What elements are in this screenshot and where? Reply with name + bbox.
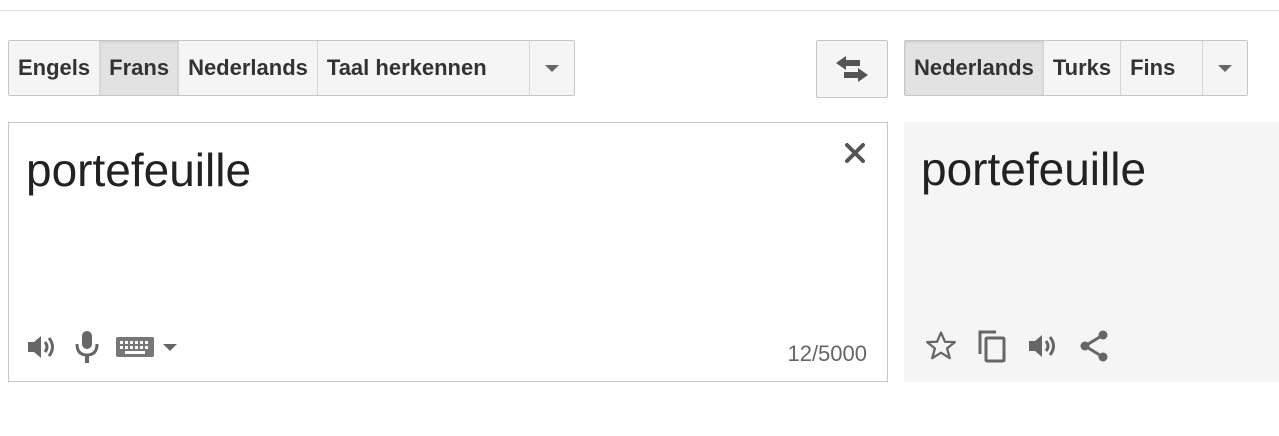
star-translation-button[interactable] [924, 329, 958, 363]
target-lang-more-button[interactable] [1203, 41, 1247, 95]
keyboard-icon [116, 337, 154, 357]
close-icon [845, 143, 865, 163]
chevron-down-icon [1218, 64, 1232, 72]
swap-arrows-icon [836, 56, 868, 82]
target-lang-fins[interactable]: Fins [1121, 41, 1203, 95]
listen-source-button[interactable] [25, 332, 59, 362]
source-lang-nederlands[interactable]: Nederlands [179, 41, 318, 95]
copy-icon [978, 330, 1006, 363]
translation-result-area: portefeuille [904, 122, 1279, 382]
microphone-icon [75, 331, 99, 363]
target-lang-nederlands[interactable]: Nederlands [905, 41, 1044, 95]
speaker-icon [28, 336, 54, 358]
voice-input-button[interactable] [73, 329, 101, 365]
target-lang-turks[interactable]: Turks [1043, 41, 1122, 95]
speaker-icon [1029, 335, 1055, 357]
chevron-down-icon [163, 343, 177, 351]
input-tools-dropdown[interactable] [163, 343, 177, 351]
translation-text: portefeuille [921, 143, 1147, 195]
source-lang-detect[interactable]: Taal herkennen [317, 41, 530, 95]
swap-languages-button[interactable] [816, 40, 888, 98]
result-toolbar [924, 328, 1110, 364]
source-text-area[interactable]: portefeuille 12/5000 [8, 122, 888, 382]
share-translation-button[interactable] [1078, 329, 1110, 363]
source-lang-engels[interactable]: Engels [9, 41, 101, 95]
share-icon [1080, 330, 1108, 362]
target-language-bar: Nederlands Turks Fins [904, 40, 1248, 96]
star-icon [925, 331, 957, 360]
keyboard-button[interactable] [115, 335, 155, 359]
chevron-down-icon [545, 64, 559, 72]
source-toolbar [25, 329, 177, 365]
character-count: 12/5000 [787, 341, 867, 366]
clear-source-button[interactable] [841, 139, 869, 167]
copy-translation-button[interactable] [976, 328, 1008, 364]
source-lang-more-button[interactable] [530, 41, 574, 95]
source-lang-frans[interactable]: Frans [100, 41, 180, 95]
source-text[interactable]: portefeuille [26, 143, 251, 197]
top-divider [0, 10, 1279, 11]
listen-translation-button[interactable] [1026, 331, 1060, 361]
source-language-bar: Engels Frans Nederlands Taal herkennen [8, 40, 575, 96]
